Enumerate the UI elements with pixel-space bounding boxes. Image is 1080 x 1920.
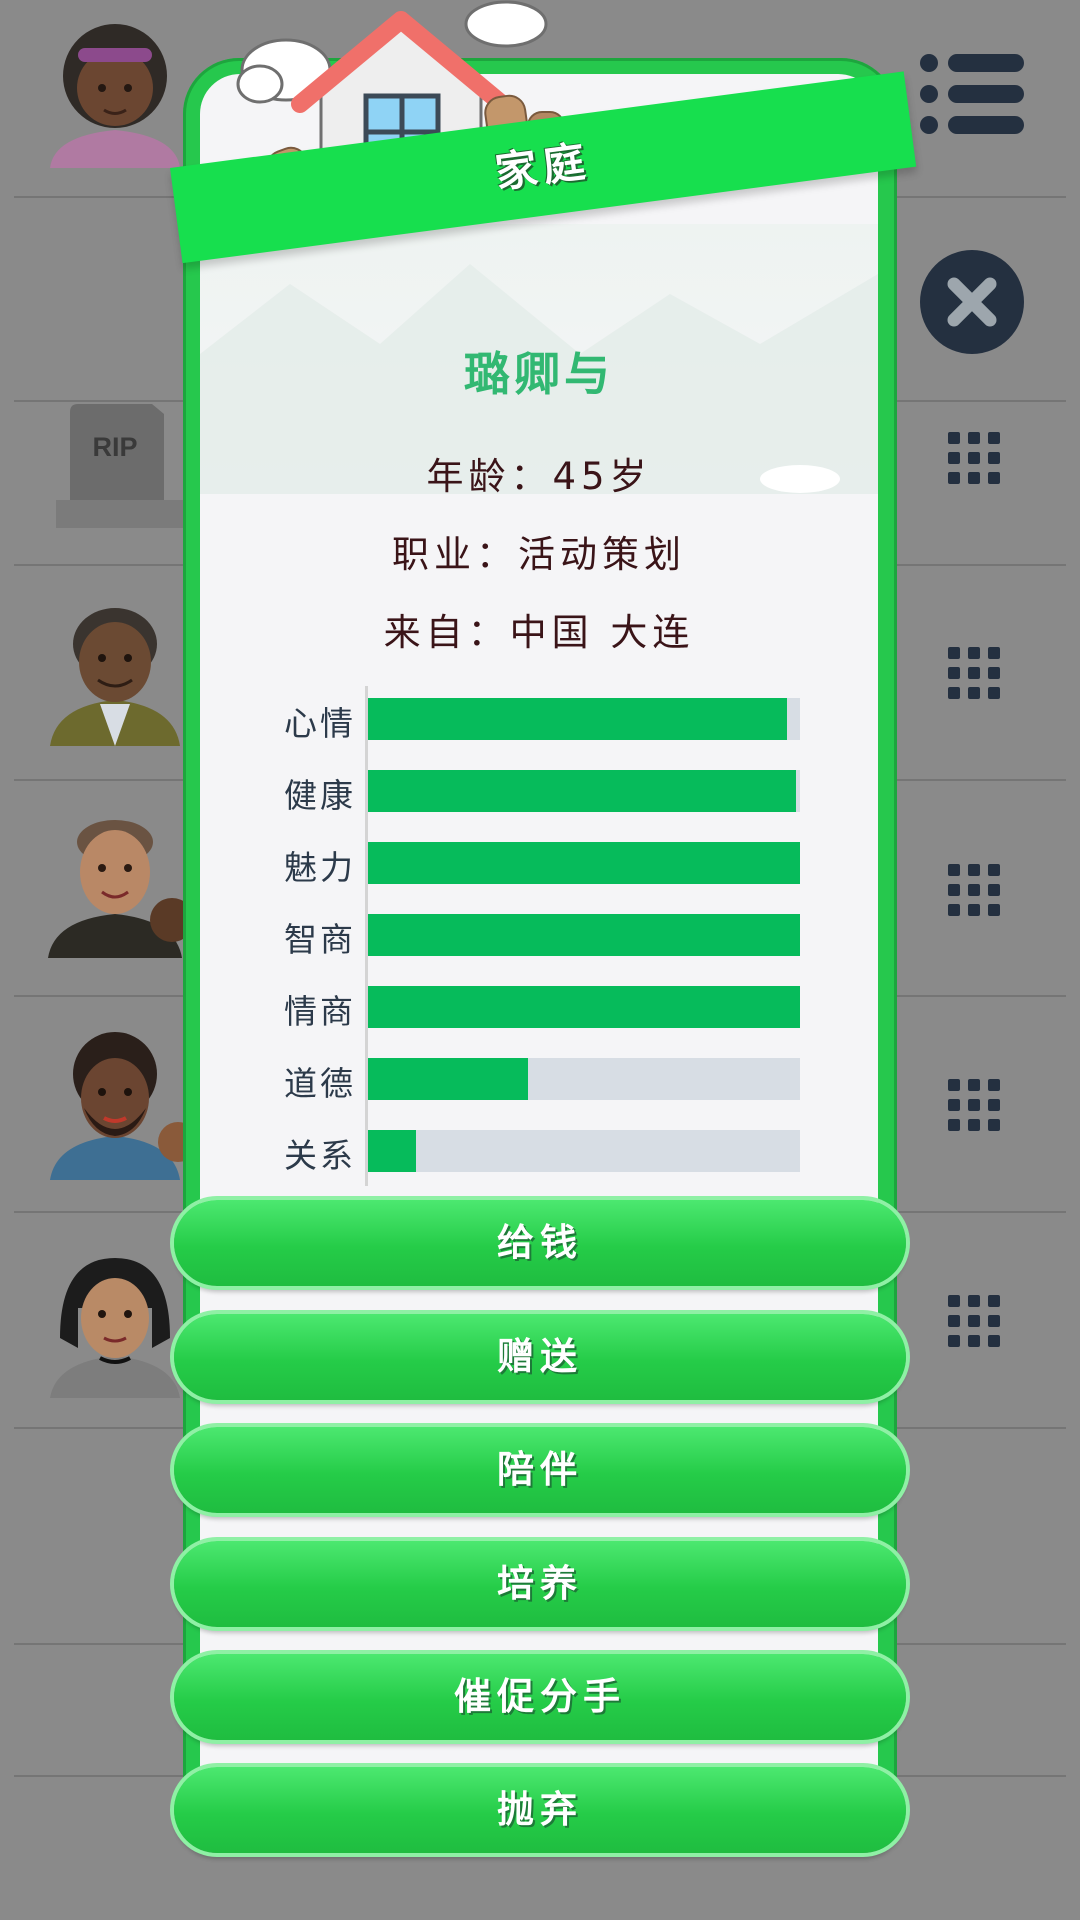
gift-button[interactable]: 赠送 [174,1314,906,1400]
urge-breakup-button[interactable]: 催促分手 [174,1654,906,1740]
grid-icon[interactable] [948,864,1000,916]
stat-fill-relationship [368,1130,416,1172]
nurture-button[interactable]: 培养 [174,1541,906,1627]
avatar[interactable] [40,1030,190,1180]
grid-icon[interactable] [948,1295,1000,1347]
stat-label-relationship: 关系 [284,1136,356,1175]
stat-bar-mood [368,698,800,740]
stat-fill-iq [368,914,800,956]
stat-bar-morality [368,1058,800,1100]
stat-bar-eq [368,986,800,1028]
stat-label-charm: 魅力 [284,848,356,887]
menu-icon[interactable] [920,54,1024,134]
stat-label-eq: 情商 [284,992,356,1031]
hometown-text: 来自：中国 大连 [383,611,695,654]
grid-icon[interactable] [948,1079,1000,1131]
grid-icon[interactable] [948,432,1000,484]
give-money-button[interactable]: 给钱 [174,1200,906,1286]
stat-fill-charm [368,842,800,884]
stat-bar-charm [368,842,800,884]
person-name: 璐卿与 [464,347,614,401]
avatar[interactable] [40,808,190,958]
close-icon [947,277,997,327]
stat-fill-mood [368,698,788,740]
stat-fill-morality [368,1058,528,1100]
stat-fill-eq [368,986,800,1028]
close-button[interactable] [920,250,1024,354]
job-text: 职业：活动策划 [392,533,686,576]
stat-bar-relationship [368,1130,800,1172]
avatar[interactable] [40,1248,190,1398]
avatar[interactable] [40,18,190,168]
abandon-button[interactable]: 抛弃 [174,1767,906,1853]
age-text: 年龄：45岁 [426,455,652,498]
tombstone-icon[interactable]: RIP [56,404,186,528]
stat-bar-iq [368,914,800,956]
stat-label-health: 健康 [284,776,356,815]
stat-label-morality: 道德 [284,1064,356,1103]
stat-label-mood: 心情 [284,704,356,743]
grid-icon[interactable] [948,647,1000,699]
tombstone-text: RIP [92,432,137,462]
stat-fill-health [368,770,796,812]
avatar[interactable] [40,596,190,746]
stat-label-iq: 智商 [284,920,356,959]
stat-bar-health [368,770,800,812]
accompany-button[interactable]: 陪伴 [174,1427,906,1513]
